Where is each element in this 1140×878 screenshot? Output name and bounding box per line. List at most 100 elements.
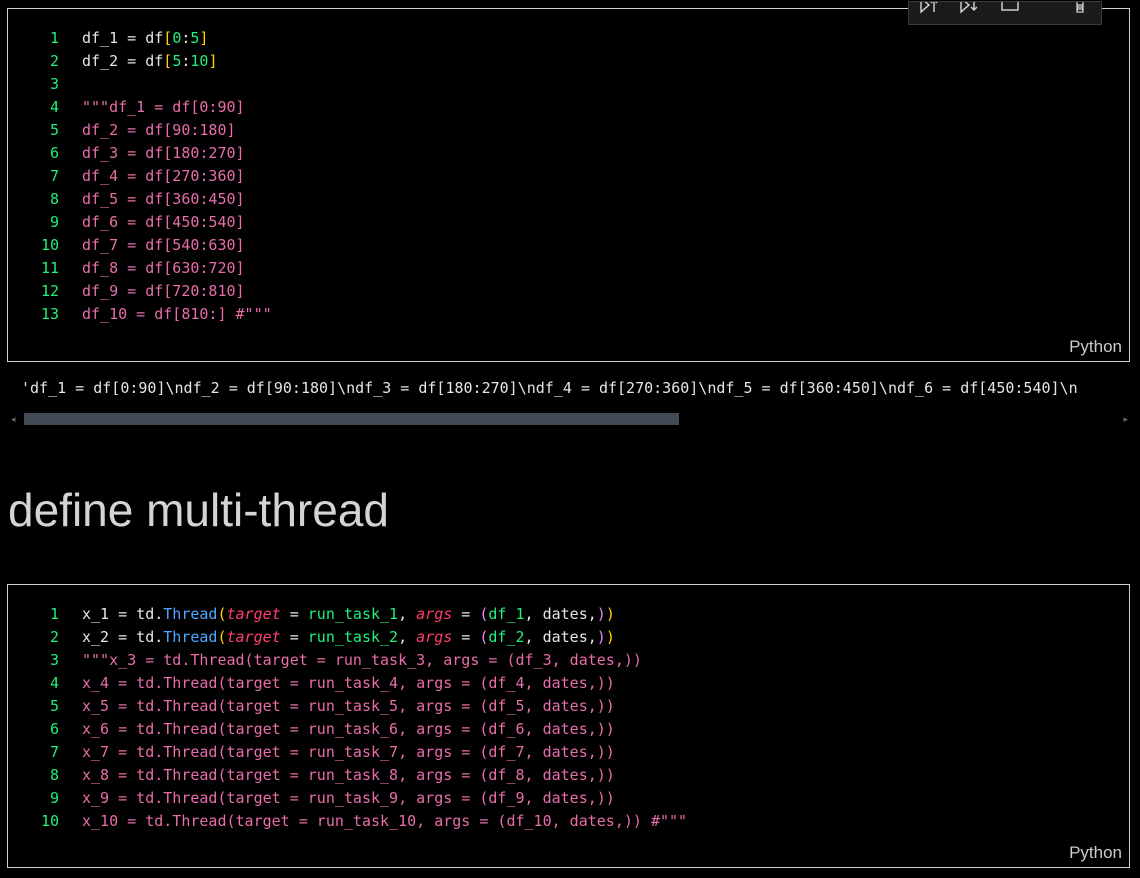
code-line[interactable]: 4 """df_1 = df[0:90] bbox=[8, 96, 1129, 119]
code-token: df_6 = df[450:540] bbox=[82, 213, 245, 231]
code-cell-2[interactable]: 1 x_1 = td.Thread(target = run_task_1, ar… bbox=[7, 584, 1130, 868]
code-token: df_2 bbox=[488, 628, 525, 646]
code-line[interactable]: 2 x_2 = td.Thread(target = run_task_2, ar… bbox=[8, 626, 1129, 649]
code-line[interactable]: 1 df_1 = df[0:5] bbox=[8, 27, 1129, 50]
code-line[interactable]: 10 x_10 = td.Thread(target = run_task_10,… bbox=[8, 810, 1129, 833]
code-line[interactable]: 3 """x_3 = td.Thread(target = run_task_3,… bbox=[8, 649, 1129, 672]
line-number: 1 bbox=[49, 605, 59, 623]
code-token: run_task_2 bbox=[307, 628, 399, 646]
code-token: , dates, bbox=[524, 605, 597, 623]
code-line[interactable]: 1 x_1 = td.Thread(target = run_task_1, ar… bbox=[8, 603, 1129, 626]
line-number: 9 bbox=[49, 789, 59, 807]
code-token: 10 bbox=[190, 52, 209, 70]
code-text[interactable]: df_10 = df[810:] #""" bbox=[82, 303, 272, 326]
code-line[interactable]: 8 df_5 = df[360:450] bbox=[8, 188, 1129, 211]
code-token: x_4 = td.Thread(target = run_task_4, arg… bbox=[82, 674, 615, 692]
line-number: 12 bbox=[40, 282, 59, 300]
code-token: target bbox=[226, 605, 281, 623]
code-token: = bbox=[452, 605, 480, 623]
code-text[interactable]: df_2 = df[90:180] bbox=[82, 119, 236, 142]
code-editor[interactable]: 1 df_1 = df[0:5] 2 df_2 = df[5:10] 3 4 """df_1… bbox=[8, 27, 1129, 326]
line-number: 2 bbox=[49, 628, 59, 646]
code-text[interactable]: df_1 = df[0:5] bbox=[82, 27, 208, 50]
cell-output: 'df_1 = df[0:90]\ndf_2 = df[90:180]\ndf_… bbox=[21, 379, 1078, 397]
code-line[interactable]: 5 x_5 = td.Thread(target = run_task_5, ar… bbox=[8, 695, 1129, 718]
code-line[interactable]: 6 x_6 = td.Thread(target = run_task_6, ar… bbox=[8, 718, 1129, 741]
code-token: ) bbox=[596, 628, 606, 646]
scroll-left-icon[interactable]: ◂ bbox=[11, 414, 16, 425]
code-text[interactable]: df_9 = df[720:810] bbox=[82, 280, 245, 303]
code-text[interactable]: df_3 = df[180:270] bbox=[82, 142, 245, 165]
code-token: , dates, bbox=[524, 628, 597, 646]
code-line[interactable]: 4 x_4 = td.Thread(target = run_task_4, ar… bbox=[8, 672, 1129, 695]
code-line[interactable]: 7 x_7 = td.Thread(target = run_task_7, ar… bbox=[8, 741, 1129, 764]
code-text[interactable]: x_6 = td.Thread(target = run_task_6, arg… bbox=[82, 718, 615, 741]
code-line[interactable]: 9 df_6 = df[450:540] bbox=[8, 211, 1129, 234]
code-token: , bbox=[398, 628, 417, 646]
code-line[interactable]: 5 df_2 = df[90:180] bbox=[8, 119, 1129, 142]
code-token: ] bbox=[208, 52, 218, 70]
line-number: 2 bbox=[49, 52, 59, 70]
run-above-icon[interactable] bbox=[917, 1, 939, 16]
code-token: x_7 = td.Thread(target = run_task_7, arg… bbox=[82, 743, 615, 761]
code-text[interactable]: df_5 = df[360:450] bbox=[82, 188, 245, 211]
code-token: = bbox=[280, 605, 308, 623]
code-line[interactable]: 10 df_7 = df[540:630] bbox=[8, 234, 1129, 257]
code-token: ) bbox=[596, 605, 606, 623]
code-line[interactable]: 7 df_4 = df[270:360] bbox=[8, 165, 1129, 188]
line-number: 4 bbox=[49, 674, 59, 692]
language-label[interactable]: Python bbox=[1069, 337, 1122, 357]
split-cell-icon[interactable] bbox=[999, 1, 1021, 16]
code-line[interactable]: 11 df_8 = df[630:720] bbox=[8, 257, 1129, 280]
code-text[interactable]: x_8 = td.Thread(target = run_task_8, arg… bbox=[82, 764, 615, 787]
language-label[interactable]: Python bbox=[1069, 843, 1122, 863]
delete-icon[interactable] bbox=[1069, 1, 1091, 16]
code-text[interactable]: x_5 = td.Thread(target = run_task_5, arg… bbox=[82, 695, 615, 718]
line-number: 5 bbox=[49, 121, 59, 139]
code-token: 0 bbox=[172, 29, 182, 47]
code-text[interactable]: x_1 = td.Thread(target = run_task_1, arg… bbox=[82, 603, 615, 626]
code-token: x_6 = td.Thread(target = run_task_6, arg… bbox=[82, 720, 615, 738]
line-number: 7 bbox=[49, 743, 59, 761]
code-text[interactable]: df_7 = df[540:630] bbox=[82, 234, 245, 257]
code-line[interactable]: 9 x_9 = td.Thread(target = run_task_9, ar… bbox=[8, 787, 1129, 810]
code-token: Thread bbox=[163, 605, 218, 623]
code-text[interactable]: df_6 = df[450:540] bbox=[82, 211, 245, 234]
code-text[interactable]: x_7 = td.Thread(target = run_task_7, arg… bbox=[82, 741, 615, 764]
code-line[interactable]: 12 df_9 = df[720:810] bbox=[8, 280, 1129, 303]
code-text[interactable]: x_9 = td.Thread(target = run_task_9, arg… bbox=[82, 787, 615, 810]
code-line[interactable]: 6 df_3 = df[180:270] bbox=[8, 142, 1129, 165]
code-line[interactable]: 2 df_2 = df[5:10] bbox=[8, 50, 1129, 73]
code-token: x_5 = td.Thread(target = run_task_5, arg… bbox=[82, 697, 615, 715]
code-text[interactable]: """df_1 = df[0:90] bbox=[82, 96, 245, 119]
code-line[interactable]: 13 df_10 = df[810:] #""" bbox=[8, 303, 1129, 326]
code-text[interactable]: df_2 = df[5:10] bbox=[82, 50, 217, 73]
code-line[interactable]: 8 x_8 = td.Thread(target = run_task_8, ar… bbox=[8, 764, 1129, 787]
code-token: Thread bbox=[163, 628, 218, 646]
code-token: , bbox=[398, 605, 417, 623]
code-text[interactable]: x_10 = td.Thread(target = run_task_10, a… bbox=[82, 810, 687, 833]
code-text[interactable]: df_8 = df[630:720] bbox=[82, 257, 245, 280]
line-number: 11 bbox=[40, 259, 59, 277]
code-token: = bbox=[280, 628, 308, 646]
output-horizontal-scrollbar[interactable]: ◂ ▸ bbox=[9, 411, 1132, 427]
scrollbar-thumb[interactable] bbox=[24, 413, 679, 425]
run-below-icon[interactable] bbox=[957, 1, 979, 16]
code-token: target bbox=[226, 628, 281, 646]
code-text[interactable]: """x_3 = td.Thread(target = run_task_3, … bbox=[82, 649, 642, 672]
code-token: [ bbox=[163, 29, 173, 47]
code-token: [ bbox=[163, 52, 173, 70]
markdown-heading: define multi-thread bbox=[8, 484, 389, 536]
code-token: 5 bbox=[172, 52, 182, 70]
code-text[interactable]: x_2 = td.Thread(target = run_task_2, arg… bbox=[82, 626, 615, 649]
code-cell-1[interactable]: 1 df_1 = df[0:5] 2 df_2 = df[5:10] 3 4 """df_1… bbox=[7, 1, 1130, 362]
code-text[interactable]: df_4 = df[270:360] bbox=[82, 165, 245, 188]
code-text[interactable]: x_4 = td.Thread(target = run_task_4, arg… bbox=[82, 672, 615, 695]
line-number: 10 bbox=[40, 812, 59, 830]
code-editor[interactable]: 1 x_1 = td.Thread(target = run_task_1, ar… bbox=[8, 603, 1129, 833]
code-token: df_9 = df[720:810] bbox=[82, 282, 245, 300]
code-token: x_10 = td.Thread(target = run_task_10, a… bbox=[82, 812, 688, 830]
scroll-right-icon[interactable]: ▸ bbox=[1123, 414, 1128, 425]
code-token: args bbox=[416, 605, 453, 623]
code-line[interactable]: 3 bbox=[8, 73, 1129, 96]
